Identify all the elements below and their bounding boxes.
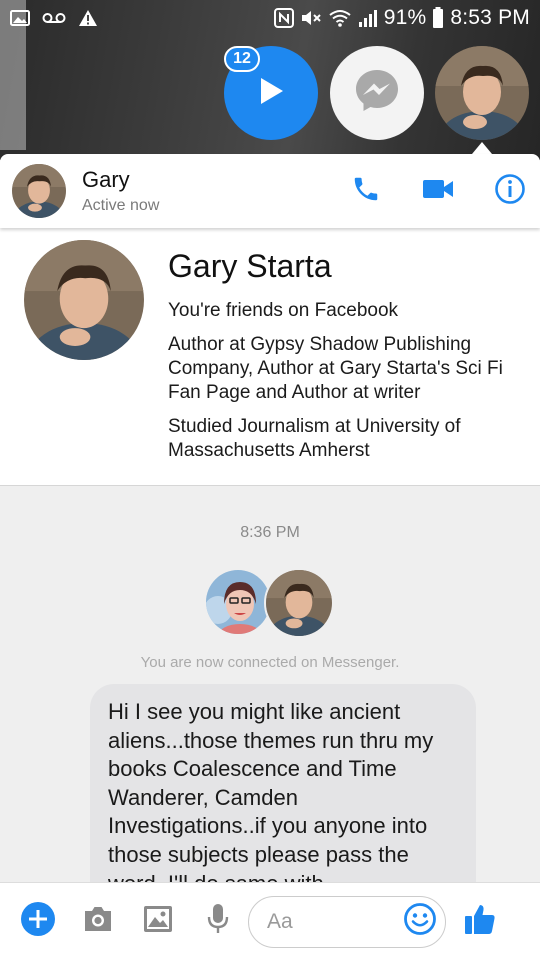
- mic-icon: [206, 903, 230, 940]
- camera-button[interactable]: [74, 898, 122, 946]
- contact-chat-head[interactable]: [435, 46, 529, 140]
- message-input[interactable]: [267, 909, 387, 934]
- camera-icon: [82, 905, 114, 938]
- active-status: Active now: [82, 197, 160, 214]
- chat-heads: 12: [0, 46, 540, 146]
- plus-icon: [20, 901, 56, 942]
- image-icon: [143, 905, 173, 938]
- info-icon: [494, 173, 526, 210]
- profile-card: Gary Starta You're friends on Facebook A…: [0, 228, 540, 486]
- conversation-body[interactable]: Gary Starta You're friends on Facebook A…: [0, 228, 540, 882]
- connected-avatars: [204, 568, 336, 640]
- emoji-button[interactable]: [401, 903, 439, 941]
- avatar[interactable]: [12, 164, 66, 218]
- like-icon: [463, 902, 497, 941]
- signal-icon: [358, 8, 378, 28]
- video-icon: [422, 178, 454, 205]
- connected-notice: You are now connected on Messenger.: [140, 654, 400, 671]
- battery-percent: 91%: [383, 6, 427, 29]
- voice-button[interactable]: [194, 898, 242, 946]
- contact-name: Gary: [82, 167, 130, 192]
- friendship-status: You're friends on Facebook: [168, 300, 399, 321]
- avatar: [204, 568, 272, 636]
- unread-badge: 12: [224, 46, 260, 72]
- education-info: Studied Journalism at University of Mass…: [168, 416, 461, 461]
- mute-icon: [300, 8, 322, 28]
- gallery-button[interactable]: [134, 898, 182, 946]
- messenger-chat-head[interactable]: [330, 46, 424, 140]
- received-message-bubble[interactable]: Hi I see you might like ancient aliens..…: [90, 684, 476, 882]
- play-icon: [257, 76, 285, 111]
- phone-button[interactable]: [350, 175, 382, 207]
- chat-head-pointer: [472, 142, 492, 154]
- nfc-icon: [273, 8, 294, 28]
- message-timestamp: 8:36 PM: [240, 524, 300, 541]
- message-input-pill[interactable]: [248, 895, 446, 948]
- clock: 8:53 PM: [450, 6, 530, 29]
- profile-photo[interactable]: [24, 240, 144, 360]
- gallery-icon: [10, 10, 30, 26]
- contact-title[interactable]: Gary Active now: [82, 167, 159, 215]
- more-actions-button[interactable]: [14, 898, 62, 946]
- profile-name: Gary Starta: [168, 248, 332, 284]
- phone-icon: [351, 174, 381, 209]
- battery-icon: [432, 7, 444, 29]
- status-bar: 91% 8:53 PM: [0, 0, 540, 36]
- wifi-icon: [328, 8, 352, 28]
- video-call-button[interactable]: [422, 175, 454, 207]
- info-button[interactable]: [494, 173, 526, 210]
- emoji-icon: [403, 902, 437, 941]
- work-info: Author at Gypsy Shadow Publishing Compan…: [168, 334, 503, 403]
- voicemail-icon: [42, 12, 66, 24]
- avatar: [435, 46, 529, 140]
- avatar: [264, 568, 334, 638]
- warning-icon: [78, 9, 98, 27]
- like-button[interactable]: [460, 902, 500, 942]
- composer-bar: [0, 882, 540, 960]
- conversation-header: Gary Active now: [0, 154, 540, 228]
- messenger-icon: [350, 64, 404, 123]
